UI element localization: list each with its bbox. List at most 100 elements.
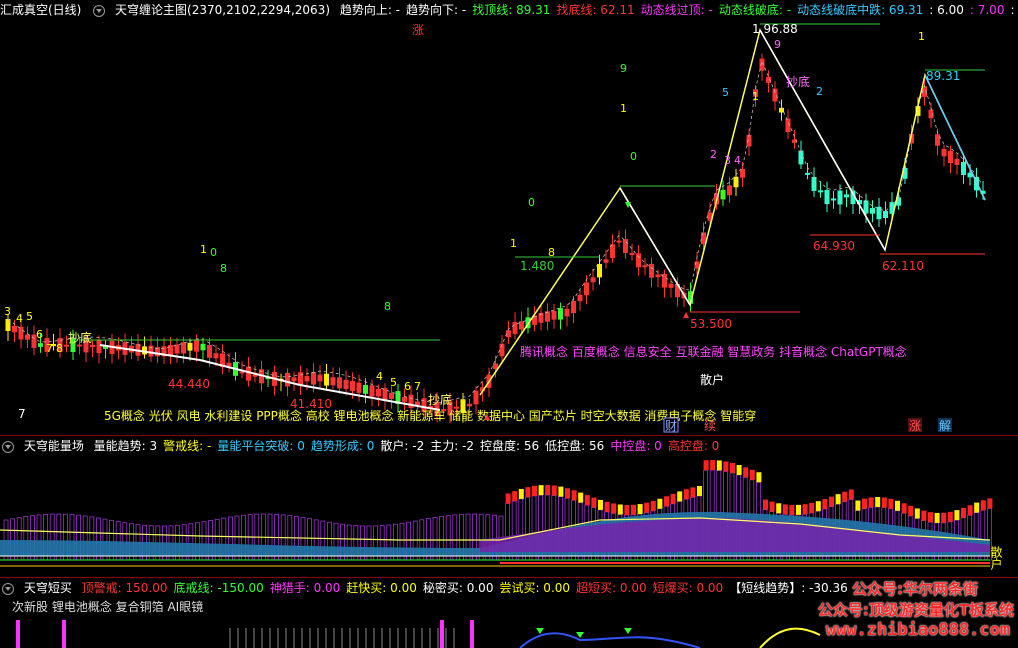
volume-top-block	[822, 499, 828, 510]
indicator-menu-icon[interactable]	[93, 4, 106, 17]
volume-top-block	[512, 491, 518, 502]
volume-top-block	[749, 469, 755, 480]
candle-body	[590, 277, 596, 283]
candle-body	[389, 392, 394, 400]
volume-top-block	[796, 504, 801, 515]
volume-top-block	[947, 511, 953, 522]
volume-top-block	[789, 504, 795, 515]
candle-body	[376, 388, 381, 397]
volume-top-block	[842, 491, 848, 502]
concept-tags-lower: 5G概念 光伏 风电 水利建设 PPP概念 高校 锂电池概念 新能源车 储能 数…	[104, 408, 756, 423]
short-indicator-name[interactable]: 天穹短买	[24, 581, 72, 595]
volume-top-block	[736, 464, 742, 475]
volume-top-block	[921, 510, 927, 521]
volume-top-block	[551, 485, 557, 496]
volume-top-block	[967, 505, 973, 516]
candle-body	[876, 206, 882, 220]
count-digit: 2	[710, 148, 717, 161]
candle-body	[668, 283, 674, 288]
indicator-menu-icon[interactable]	[2, 582, 14, 595]
volume-top-block	[802, 504, 808, 515]
candle-body	[824, 190, 830, 204]
volume-top-block	[677, 491, 683, 502]
volume-top-block	[809, 502, 815, 513]
zigzag-down-white	[759, 29, 886, 251]
chaodi-label: 抄底	[786, 74, 810, 89]
short-item-3: 赶快买: 0.00	[346, 581, 417, 595]
count-digit: 6	[404, 380, 411, 393]
candle-body	[90, 344, 95, 348]
candle-body	[207, 345, 212, 358]
volume-top-block	[578, 492, 584, 503]
volume-top-block	[611, 503, 617, 514]
candle-body	[649, 263, 654, 278]
main-panel-header: 汇成真空(日线) 天穹缠论主图(2370,2102,2294,2063) 趋势向…	[0, 0, 1018, 20]
indicator-name[interactable]: 天穹缠论主图(2370,2102,2294,2063)	[115, 3, 330, 17]
volume-item-2: 量能平台突破: 0	[217, 439, 305, 453]
volume-item-0: 量能趋势: 3	[93, 439, 158, 453]
candle-body	[603, 259, 609, 263]
count-digit: 8	[56, 342, 63, 355]
zigzag-down-blue	[924, 74, 986, 201]
volume-item-8: 中控盘: 0	[610, 439, 662, 453]
volume-top-block	[769, 501, 775, 512]
volume-top-block	[829, 496, 834, 507]
candle-body	[863, 200, 869, 214]
candle-body	[285, 372, 290, 387]
volume-item-1: 警戒线: -	[163, 439, 212, 453]
up-arrow-icon	[683, 312, 689, 318]
candle-body	[948, 150, 953, 164]
volume-indicator-name[interactable]: 天穹能量场	[24, 439, 84, 453]
count-label: 7	[18, 407, 26, 421]
short-down-arrow-icon	[536, 628, 544, 634]
volume-top-block	[716, 460, 722, 471]
candle-body	[415, 401, 420, 405]
volume-top-block	[974, 502, 980, 513]
candle-body	[18, 326, 24, 340]
candle-body	[837, 190, 843, 205]
main-tail-2: : 8.00	[1010, 3, 1018, 17]
volume-top-block	[895, 500, 900, 511]
volume-top-block	[862, 498, 867, 509]
volume-top-block	[848, 489, 854, 500]
candle-body	[636, 253, 641, 268]
volume-top-block	[941, 512, 947, 523]
volume-item-3: 趋势形成: 0	[310, 439, 375, 453]
stock-title[interactable]: 汇成真空(日线)	[0, 3, 81, 17]
volume-top-block	[525, 487, 531, 498]
main-price-chart[interactable]: 涨 1 96.88 89.31 64.930 62.110 53.500 44.440 4 1.…	[0, 20, 1018, 435]
volume-top-block	[664, 496, 669, 507]
volume-item-6: 控盘度: 56	[480, 439, 540, 453]
volume-top-block	[518, 488, 524, 499]
volume-top-block	[617, 504, 623, 515]
volume-top-block	[545, 485, 551, 496]
candle-body	[727, 185, 732, 196]
count-digit: 1	[200, 243, 207, 256]
short-signal-bar	[16, 620, 20, 648]
indicator-menu-icon[interactable]	[2, 440, 14, 453]
short-item-4: 秘密买: 0.00	[422, 581, 494, 595]
candle-body	[655, 274, 661, 278]
short-down-arrow-icon	[624, 628, 632, 634]
short-trend-line	[759, 627, 821, 648]
volume-top-block	[763, 499, 768, 510]
volume-top-block	[604, 501, 610, 512]
count-digit: 9	[620, 62, 627, 75]
count-digit: 2	[816, 85, 823, 98]
short-item-0: 顶警戒: 150.00	[81, 581, 168, 595]
volume-top-block	[710, 460, 716, 471]
high-price-label: 1 96.88	[752, 22, 798, 36]
candle-body	[291, 377, 297, 382]
volume-top-block	[624, 504, 630, 515]
candle-body	[571, 301, 576, 314]
volume-top-block	[505, 493, 511, 504]
count-digit: 5	[26, 310, 33, 323]
count-digit: 7	[414, 380, 421, 393]
count-digit: 1	[918, 30, 925, 43]
count-digit: 6	[36, 328, 43, 341]
price-5148-label: 1.480	[520, 259, 554, 273]
volume-energy-chart[interactable]	[0, 456, 1018, 577]
short-item-8: 【短线趋势】: -30.36	[729, 581, 848, 595]
candle-body	[844, 194, 849, 198]
volume-top-block	[743, 467, 749, 478]
